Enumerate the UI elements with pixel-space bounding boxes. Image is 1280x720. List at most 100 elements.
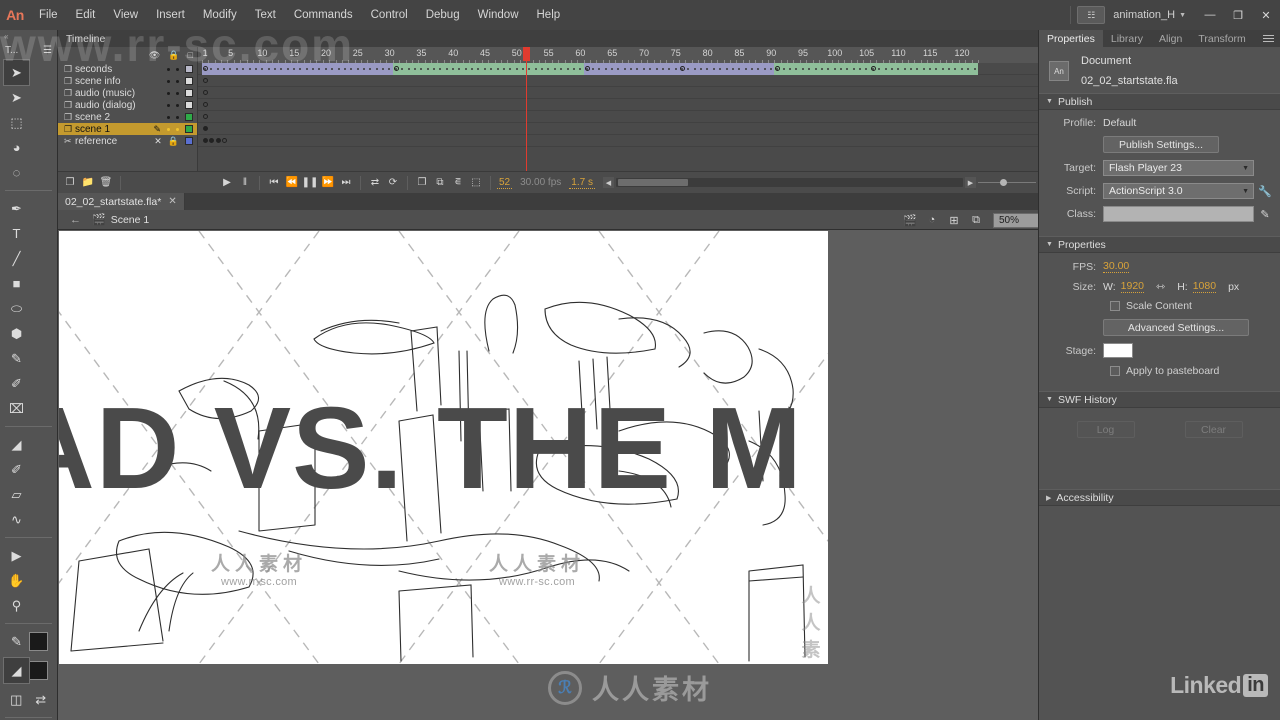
layer-name[interactable]: scene info — [75, 76, 167, 87]
onion-outline-button[interactable]: ❐ — [414, 175, 430, 191]
play-pause-button[interactable]: ❚❚ — [302, 175, 319, 191]
target-select[interactable]: Flash Player 23 ▼ — [1103, 160, 1254, 176]
new-layer-button[interactable]: ❐ — [62, 175, 78, 191]
layer-row-scene-2[interactable]: ❐ scene 2 — [58, 111, 197, 123]
layer-lock-toggle[interactable] — [176, 115, 179, 119]
pencil-tool[interactable]: ✎ — [4, 346, 29, 371]
paintbrush-tool[interactable]: ✐ — [4, 371, 29, 396]
layer-visibility-toggle[interactable] — [167, 67, 170, 71]
tools-menu-icon[interactable]: ☰ — [43, 45, 52, 56]
timeline-scrollbar[interactable]: ◀ ▶ — [597, 177, 976, 188]
repeat-button[interactable]: ⟳ — [385, 175, 401, 191]
fps-value[interactable]: 30.00 — [1103, 260, 1130, 273]
stage-headline-text[interactable]: AD VS. THE M — [59, 390, 803, 506]
script-settings-wrench-icon[interactable]: 🔧 — [1258, 185, 1272, 198]
new-folder-button[interactable]: 📁 — [80, 175, 96, 191]
pen-tool[interactable]: ✒ — [4, 196, 29, 221]
goto-first-frame-button[interactable]: ⏮ — [266, 175, 282, 191]
goto-last-frame-button[interactable]: ⏭ — [338, 175, 354, 191]
frame-row[interactable] — [198, 75, 1063, 87]
polystar-tool[interactable]: ⬢ — [4, 321, 29, 346]
scroll-right-arrow[interactable]: ▶ — [965, 177, 976, 188]
fill-color-swatch[interactable] — [29, 661, 48, 680]
line-tool[interactable]: ╱ — [4, 246, 29, 271]
advanced-settings-button[interactable]: Advanced Settings... — [1103, 319, 1249, 336]
layer-lock-toggle[interactable] — [176, 79, 179, 83]
fps-value[interactable]: 30.00 fps — [514, 177, 567, 188]
layer-visibility-toggle[interactable] — [167, 127, 170, 131]
layer-name[interactable]: scene 1 — [75, 124, 153, 135]
outline-icon[interactable]: □ — [188, 50, 193, 60]
layer-outline-color[interactable] — [185, 77, 193, 85]
frame-row[interactable] — [198, 111, 1063, 123]
menu-window[interactable]: Window — [469, 0, 528, 30]
tools-collapse-icon[interactable]: « — [0, 30, 57, 42]
stage-canvas[interactable]: AD VS. THE M 人人素材 www.rr-sc.com 人人素材 www… — [59, 231, 828, 664]
keyframe-marker[interactable] — [209, 138, 215, 143]
menu-view[interactable]: View — [104, 0, 147, 30]
width-value[interactable]: 1920 — [1120, 280, 1144, 293]
layer-row-audio-music-[interactable]: ❐ audio (music) — [58, 87, 197, 99]
frame-view-button[interactable]: ⬚ — [468, 175, 484, 191]
frame-row[interactable] — [198, 135, 1063, 147]
class-input[interactable] — [1103, 206, 1254, 222]
menu-modify[interactable]: Modify — [194, 0, 246, 30]
profile-value[interactable]: Default — [1103, 117, 1136, 129]
menu-file[interactable]: File — [30, 0, 67, 30]
menu-debug[interactable]: Debug — [417, 0, 469, 30]
height-value[interactable]: 1080 — [1192, 280, 1217, 293]
menu-text[interactable]: Text — [246, 0, 285, 30]
layer-name[interactable]: scene 2 — [75, 112, 167, 123]
menu-commands[interactable]: Commands — [285, 0, 362, 30]
close-icon[interactable]: ✕ — [168, 196, 176, 207]
section-publish-header[interactable]: ▼ Publish — [1039, 93, 1280, 110]
tab-library[interactable]: Library — [1103, 30, 1151, 47]
edit-multiple-frames-button[interactable]: ⧉ — [432, 175, 448, 191]
swf-log-button[interactable]: Log — [1076, 421, 1135, 438]
frame-row[interactable] — [198, 87, 1063, 99]
chevron-down-icon[interactable]: ▼ — [1179, 12, 1186, 19]
frame-row[interactable] — [198, 123, 1063, 135]
section-properties-header[interactable]: ▼ Properties — [1039, 236, 1280, 253]
keyframe-marker[interactable] — [203, 138, 208, 143]
menu-edit[interactable]: Edit — [67, 0, 105, 30]
layer-visibility-toggle[interactable] — [167, 103, 170, 107]
3d-rotation-tool[interactable]: ◕ — [4, 135, 29, 160]
zoom-slider-track[interactable] — [978, 179, 1036, 186]
layer-lock-toggle[interactable] — [176, 67, 179, 71]
black-white-colors-button[interactable]: ◫ — [4, 687, 29, 712]
document-tab[interactable]: 02_02_startstate.fla* ✕ — [58, 193, 185, 210]
symbol-selector-icon[interactable]: ◔ — [922, 212, 942, 228]
layer-outline-color[interactable] — [185, 101, 193, 109]
frame-row[interactable] — [198, 63, 1063, 75]
layer-row-scene-1[interactable]: ❐ scene 1 ✎ — [58, 123, 197, 135]
stroke-color-swatch[interactable] — [29, 632, 48, 651]
width-tool[interactable]: ∿ — [4, 507, 29, 532]
fill-color-picker-icon[interactable]: ◢ — [3, 657, 30, 684]
layer-lock-toggle[interactable] — [176, 127, 179, 131]
step-forward-button[interactable]: ⏩ — [320, 175, 336, 191]
chain-link-icon[interactable]: ⇿ — [1156, 280, 1165, 293]
loop-button[interactable]: ⇄ — [367, 175, 383, 191]
keyframe-marker[interactable] — [203, 102, 208, 107]
tab-properties[interactable]: Properties — [1039, 30, 1103, 47]
scroll-thumb[interactable] — [617, 179, 688, 186]
layer-row-seconds[interactable]: ❐ seconds — [58, 63, 197, 75]
scale-content-checkbox[interactable] — [1110, 301, 1120, 311]
workspace-switcher-icon[interactable]: ☷ — [1077, 6, 1106, 24]
layer-visibility-toggle[interactable] — [167, 91, 170, 95]
keyframe-marker[interactable] — [222, 138, 228, 143]
layer-lock-toggle[interactable] — [176, 91, 179, 95]
rotate-stage-icon[interactable]: ⊞ — [944, 212, 964, 228]
clip-content-icon[interactable]: ⧉ — [966, 212, 986, 228]
layer-row-audio-dialog-[interactable]: ❐ audio (dialog) — [58, 99, 197, 111]
subselection-tool[interactable]: ➤ — [4, 85, 29, 110]
camera-toggle-button[interactable]: ▶ — [219, 175, 235, 191]
scene-selector-icon[interactable]: 🎬 — [900, 212, 920, 228]
publish-settings-button[interactable]: Publish Settings... — [1103, 136, 1219, 153]
onion-skin-button[interactable]: ‖ — [237, 175, 253, 191]
free-transform-tool[interactable]: ⬚ — [4, 110, 29, 135]
edit-class-pencil-icon[interactable]: ✎ — [1258, 208, 1272, 221]
apply-pasteboard-row[interactable]: Apply to pasteboard — [1047, 365, 1272, 377]
layer-visibility-toggle[interactable] — [167, 115, 170, 119]
